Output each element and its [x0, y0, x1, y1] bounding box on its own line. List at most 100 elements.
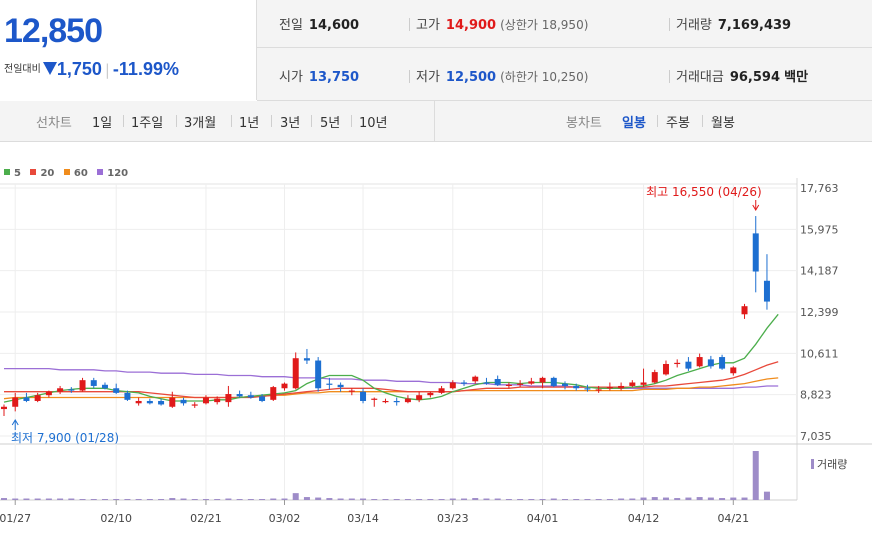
candle-body	[763, 280, 770, 302]
candle-body	[584, 388, 591, 390]
candle-body	[303, 358, 310, 361]
candle-body	[562, 383, 568, 386]
candle-body	[225, 394, 232, 403]
volume-bar	[281, 498, 288, 500]
candle-body	[45, 391, 52, 396]
volume-bar	[674, 498, 681, 500]
volume-bar	[573, 499, 580, 500]
candle-body	[696, 357, 703, 367]
volume-bar	[741, 497, 748, 500]
candle-body	[539, 377, 546, 383]
annotations: 최고 16,550 (04/26) 최저 7,900 (01/28)	[11, 185, 762, 445]
x-tick-label: 04/21	[717, 512, 749, 525]
max-annotation: 최고 16,550 (04/26)	[646, 185, 762, 199]
chart-grid	[0, 178, 872, 505]
candle-body	[404, 398, 411, 403]
volume-bar	[236, 499, 243, 500]
volume-bar	[259, 499, 266, 500]
volume-bar	[696, 497, 703, 500]
volume-bar	[763, 491, 770, 500]
volume-bar	[101, 499, 108, 500]
candle-body	[427, 392, 434, 396]
candle-body	[674, 362, 681, 365]
volume-bar	[438, 499, 445, 500]
y-tick-label: 7,035	[800, 430, 832, 443]
volume-bar	[584, 499, 591, 500]
candle-body	[640, 382, 647, 385]
candle-body	[202, 397, 209, 404]
volume-bar	[752, 451, 759, 500]
volume-bar	[270, 498, 277, 500]
volume-legend-swatch	[811, 459, 814, 469]
candle-body	[1, 406, 7, 410]
volume-bar	[180, 498, 187, 500]
volume-bar	[595, 499, 602, 500]
candle-body	[494, 379, 501, 385]
candle-body	[124, 392, 131, 400]
volume-bar	[483, 498, 490, 500]
volume-bar	[427, 499, 434, 500]
volume-bar	[662, 497, 669, 500]
candle-body	[719, 357, 726, 369]
candle-body	[68, 389, 75, 391]
candle-body	[371, 398, 378, 400]
candle-body	[315, 360, 322, 389]
candle-body	[517, 383, 524, 385]
volume-bar	[45, 498, 52, 500]
x-tick-label: 03/02	[269, 512, 301, 525]
volume-bar	[337, 498, 344, 500]
candle-body	[461, 382, 468, 384]
candle-body	[573, 385, 580, 389]
candle-body	[730, 367, 737, 374]
volume-bar	[685, 497, 692, 500]
candle-body	[382, 400, 389, 403]
volume-bar	[449, 498, 456, 500]
candle-body	[651, 372, 658, 383]
volume-bar	[719, 498, 726, 500]
candle-body	[550, 377, 557, 386]
volume-bar	[517, 499, 524, 500]
candle-body	[146, 400, 153, 404]
candle-body	[685, 361, 692, 369]
volume-bar	[315, 497, 322, 500]
candle-body	[393, 400, 400, 403]
candle-body	[595, 389, 602, 391]
moving-averages	[3, 313, 779, 403]
volume-bar	[730, 497, 737, 500]
volume-bar	[550, 498, 557, 500]
candle-body	[169, 397, 176, 407]
volume-bar	[135, 499, 142, 500]
volume-bar	[247, 499, 254, 500]
candle-body	[752, 233, 759, 272]
y-tick-label: 15,975	[800, 223, 839, 236]
candle-body	[505, 384, 512, 386]
candle-body	[337, 384, 344, 388]
candle-body	[57, 388, 64, 392]
candle-body	[360, 391, 367, 401]
volume-bar	[225, 498, 232, 500]
candle-body	[79, 380, 86, 391]
candle-body	[618, 385, 625, 389]
x-tick-label: 04/01	[527, 512, 559, 525]
candle-body	[214, 398, 221, 403]
volume-bar	[303, 497, 310, 500]
candle-body	[101, 384, 108, 389]
candle-body	[34, 395, 41, 401]
candle-body	[90, 380, 97, 386]
volume-bar	[416, 499, 423, 500]
volume-bar	[12, 498, 19, 500]
volume-bar	[292, 493, 299, 500]
y-tick-label: 10,611	[800, 347, 839, 360]
candle-body	[629, 382, 636, 386]
candle-body	[292, 358, 299, 389]
candle-body	[12, 397, 19, 407]
volume-bar	[640, 497, 647, 500]
candle-body	[348, 390, 355, 392]
candle-body	[449, 382, 456, 389]
x-tick-label: 01/27	[0, 512, 31, 525]
volume-bar	[606, 499, 613, 500]
candle-body	[707, 359, 714, 367]
candle-body	[662, 363, 669, 375]
volume-bar	[79, 499, 86, 500]
y-tick-label: 12,399	[800, 306, 839, 319]
